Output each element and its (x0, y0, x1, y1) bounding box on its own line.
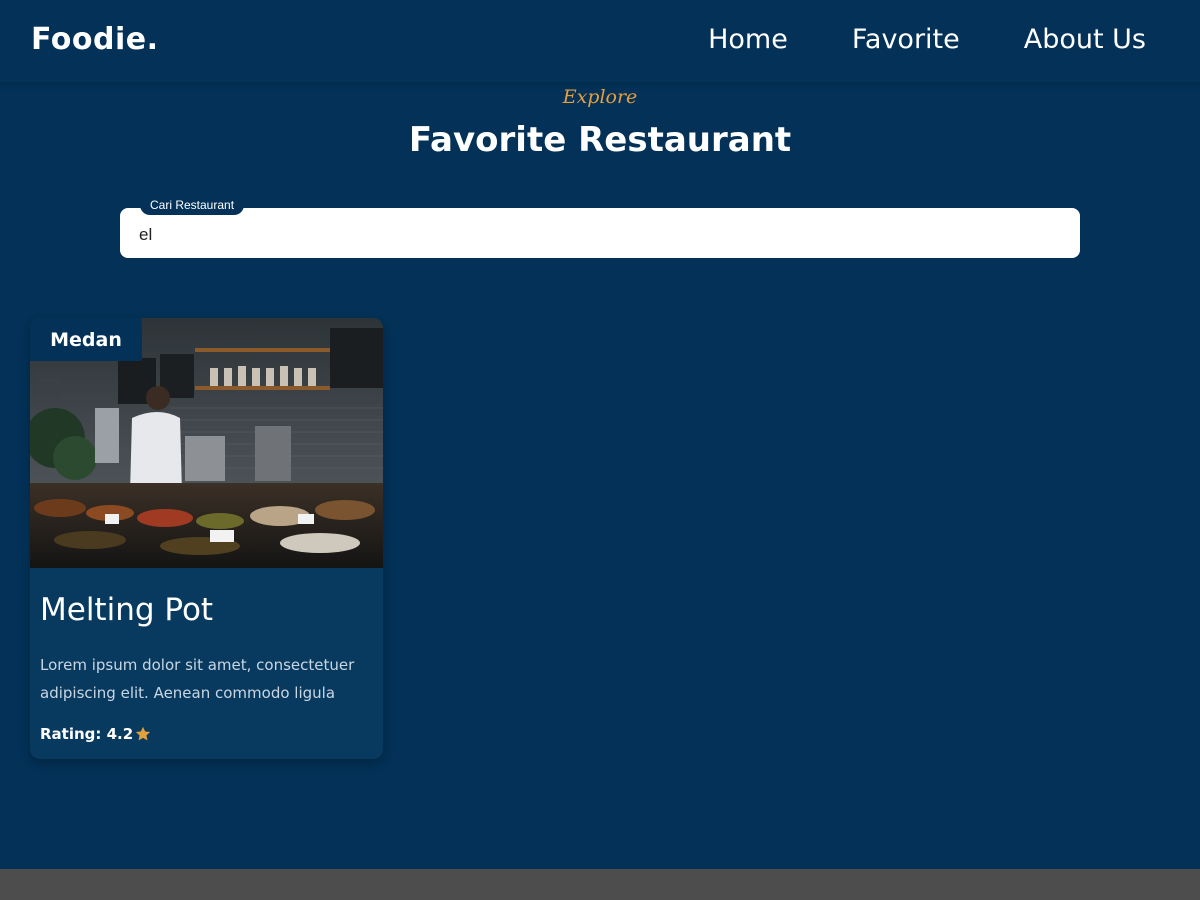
app-header: Foodie. Home Favorite About Us (0, 0, 1200, 82)
search-box: Cari Restaurant (120, 195, 1080, 258)
search-input[interactable] (120, 208, 1080, 258)
nav-about-us[interactable]: About Us (1024, 24, 1146, 55)
restaurant-name[interactable]: Melting Pot (40, 592, 213, 628)
nav-favorite[interactable]: Favorite (852, 24, 960, 55)
search-label: Cari Restaurant (140, 195, 245, 215)
nav-home[interactable]: Home (708, 24, 788, 55)
city-badge: Medan (30, 318, 142, 361)
restaurant-description: Lorem ipsum dolor sit amet, consectetuer… (40, 656, 355, 702)
hero-kicker: Explore (562, 86, 638, 108)
footer (0, 869, 1200, 900)
main-nav: Home Favorite About Us (708, 24, 1146, 55)
rating-text: Rating: 4.2 (40, 725, 134, 743)
page-title: Favorite Restaurant (408, 120, 792, 160)
star-icon (136, 726, 151, 741)
page: Foodie. Home Favorite About Us Explore F… (0, 0, 1200, 900)
logo[interactable]: Foodie. (31, 22, 159, 57)
restaurant-rating: Rating: 4.2 (40, 725, 152, 743)
restaurant-card[interactable]: Medan Melting Pot Lorem ipsum dolor sit … (30, 318, 383, 759)
